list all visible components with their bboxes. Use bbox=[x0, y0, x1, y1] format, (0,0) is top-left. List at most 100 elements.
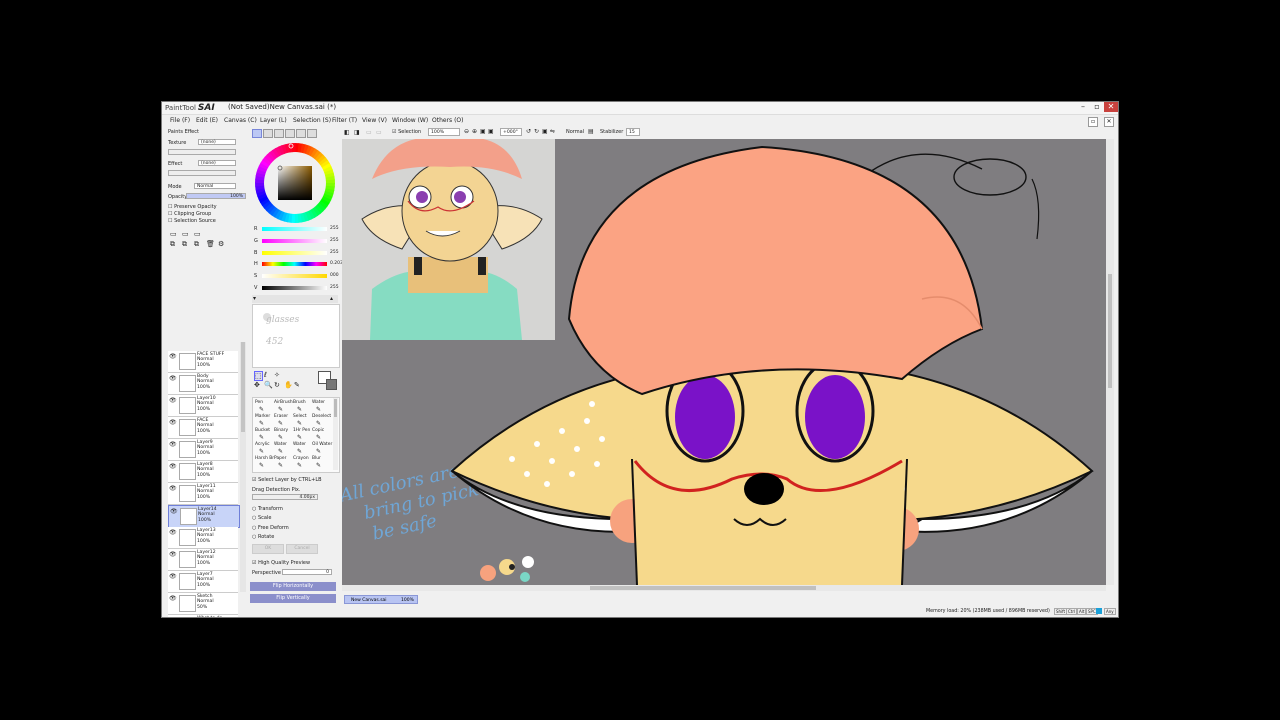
tool-brush-icon[interactable]: ✎ bbox=[259, 462, 264, 469]
v-slider[interactable] bbox=[262, 286, 327, 290]
menu-others[interactable]: Others (O) bbox=[432, 117, 463, 124]
rotate-icon[interactable]: ↻ bbox=[274, 381, 280, 389]
b-value[interactable]: 255 bbox=[330, 250, 339, 255]
cancel-button[interactable]: Cancel bbox=[286, 544, 318, 554]
mdi-restore-icon[interactable]: ▫ bbox=[1088, 117, 1098, 127]
minimize-button[interactable]: – bbox=[1076, 102, 1090, 112]
layer-row[interactable]: 👁 Layer14 Normal 100% bbox=[168, 505, 240, 528]
magic-wand-icon[interactable]: ✧ bbox=[274, 371, 280, 379]
eyedropper-icon[interactable]: ✎ bbox=[294, 381, 300, 389]
h-value[interactable]: 0.203 bbox=[330, 261, 343, 266]
menu-layer[interactable]: Layer (L) bbox=[260, 117, 287, 124]
tool-oil-water[interactable]: Oil Water bbox=[312, 442, 332, 447]
tool-brush-icon[interactable]: ✎ bbox=[259, 448, 264, 455]
zoom-reset-icon[interactable]: ▣ bbox=[480, 128, 486, 135]
canvas-vertical-scrollbar[interactable] bbox=[1106, 139, 1114, 585]
rotate-left-icon[interactable]: ↺ bbox=[526, 128, 531, 135]
flip-view-icon[interactable]: ⇋ bbox=[550, 128, 555, 135]
tool-brush-icon[interactable]: ✎ bbox=[316, 434, 321, 441]
color-wheel[interactable] bbox=[253, 141, 337, 225]
tool-brush-icon[interactable]: ✎ bbox=[278, 448, 283, 455]
scratchpad[interactable]: glasses 452 bbox=[252, 304, 340, 368]
g-slider[interactable] bbox=[262, 239, 327, 243]
menu-filter[interactable]: Filter (T) bbox=[332, 117, 357, 124]
canvas-vscroll-thumb[interactable] bbox=[1108, 274, 1112, 388]
tool-paper[interactable]: Paper bbox=[274, 456, 286, 461]
stabilizer-icon[interactable]: ▤ bbox=[588, 128, 594, 135]
r-slider[interactable] bbox=[262, 227, 327, 231]
layer-visibility-icon[interactable]: 👁 bbox=[170, 508, 178, 515]
selection-checkbox[interactable]: ☑ Selection bbox=[392, 129, 421, 135]
layer-visibility-icon[interactable]: 👁 bbox=[169, 617, 176, 618]
layer-row[interactable]: 👁 FACE STUFF Normal 100% bbox=[168, 351, 238, 373]
layer-visibility-icon[interactable]: 👁 bbox=[169, 551, 177, 558]
tool-water[interactable]: Water bbox=[293, 442, 306, 447]
tool-1hr-pen[interactable]: 1Hr Pen bbox=[293, 428, 310, 433]
tool-brush-icon[interactable]: ✎ bbox=[316, 462, 321, 469]
blend-mode-select[interactable]: Normal bbox=[566, 129, 584, 135]
drag-detect-slider[interactable]: 4.00px bbox=[252, 494, 318, 500]
tool-select[interactable]: Select bbox=[293, 414, 307, 419]
tool-crayon[interactable]: Crayon bbox=[293, 456, 309, 461]
rotate-radio[interactable]: ○ Rotate bbox=[252, 534, 274, 540]
color-wheel-tab[interactable] bbox=[252, 129, 262, 138]
tool-brush-icon[interactable]: ✎ bbox=[297, 434, 302, 441]
menu-view[interactable]: View (V) bbox=[362, 117, 387, 124]
layer-visibility-icon[interactable]: 👁 bbox=[169, 419, 177, 426]
tool-brush-icon[interactable]: ✎ bbox=[316, 420, 321, 427]
layer-visibility-icon[interactable]: 👁 bbox=[169, 463, 177, 470]
transform-radio[interactable]: ○ Transform bbox=[252, 506, 283, 512]
tool-brush-icon[interactable]: ✎ bbox=[278, 462, 283, 469]
layer-row[interactable]: 👁 Layer11 Normal 100% bbox=[168, 483, 238, 505]
mode-select[interactable]: Normal bbox=[194, 183, 236, 189]
lasso-icon[interactable]: ℓ bbox=[264, 371, 267, 379]
zoom-fit-icon[interactable]: ▣ bbox=[488, 128, 494, 135]
toolbar-deselect-icon[interactable]: ▭ bbox=[366, 129, 372, 136]
tool-brush-icon[interactable]: ✎ bbox=[259, 434, 264, 441]
zoom-out-icon[interactable]: ⊖ bbox=[464, 128, 469, 135]
scratchpad-close-icon[interactable]: ▴ bbox=[330, 295, 333, 302]
layer-row[interactable]: 👁 Layer10 Normal 100% bbox=[168, 395, 238, 417]
toolbar-redo-icon[interactable]: ◨ bbox=[354, 129, 360, 136]
layer-visibility-icon[interactable]: 👁 bbox=[169, 485, 177, 492]
new-linework-icon[interactable]: ▭ bbox=[182, 230, 189, 238]
zoom-in-icon[interactable]: ⊕ bbox=[472, 128, 477, 135]
rotate-reset-icon[interactable]: ▣ bbox=[542, 128, 548, 135]
maximize-button[interactable]: ▫ bbox=[1090, 102, 1104, 112]
select-layer-checkbox[interactable]: ☑ Select Layer by CTRL+LB bbox=[252, 477, 322, 483]
preserve-opacity-checkbox[interactable]: ☐ Preserve Opacity bbox=[168, 204, 217, 210]
tool-copic[interactable]: Copic bbox=[312, 428, 324, 433]
canvas-horizontal-scrollbar[interactable] bbox=[342, 585, 1106, 591]
menu-file[interactable]: File (F) bbox=[170, 117, 190, 124]
layer-visibility-icon[interactable]: 👁 bbox=[169, 397, 177, 404]
layer-visibility-icon[interactable]: 👁 bbox=[169, 595, 177, 602]
tool-brush[interactable]: Brush bbox=[293, 400, 306, 405]
tool-water[interactable]: Water bbox=[312, 400, 325, 405]
tool-blur[interactable]: Blur bbox=[312, 456, 321, 461]
s-value[interactable]: 000 bbox=[330, 273, 339, 278]
ok-button[interactable]: OK bbox=[252, 544, 284, 554]
copy-layer-icon[interactable]: ⧉ bbox=[170, 240, 175, 249]
document-tab[interactable]: New Canvas.sai 100% bbox=[344, 595, 418, 604]
layer-scroll-thumb[interactable] bbox=[241, 342, 245, 432]
layer-visibility-icon[interactable]: 👁 bbox=[169, 375, 177, 382]
high-quality-checkbox[interactable]: ☑ High Quality Preview bbox=[252, 560, 310, 566]
flip-vertically-button[interactable]: Flip Vertically bbox=[250, 594, 336, 603]
tool-brush-icon[interactable]: ✎ bbox=[297, 448, 302, 455]
b-slider[interactable] bbox=[262, 251, 327, 255]
tool-brush-icon[interactable]: ✎ bbox=[278, 420, 283, 427]
layer-row[interactable]: 👁 Layer7 Normal 100% bbox=[168, 571, 238, 593]
texture-scale-field[interactable] bbox=[168, 149, 236, 155]
tool-brush-icon[interactable]: ✎ bbox=[259, 420, 264, 427]
new-folder-icon[interactable]: ▭ bbox=[194, 230, 201, 238]
stabilizer-select[interactable]: 15 bbox=[626, 128, 640, 136]
zoom-icon[interactable]: 🔍 bbox=[264, 381, 273, 389]
tool-deselect[interactable]: Deselect bbox=[312, 414, 331, 419]
zoom-select[interactable]: 100% bbox=[428, 128, 460, 136]
s-slider[interactable] bbox=[262, 274, 327, 278]
layer-scrollbar[interactable] bbox=[240, 342, 246, 592]
layer-row[interactable]: 👁 Layer9 Normal 100% bbox=[168, 439, 238, 461]
opacity-slider[interactable]: 100% bbox=[186, 193, 246, 199]
new-layer-icon[interactable]: ▭ bbox=[170, 230, 177, 238]
menu-selection[interactable]: Selection (S) bbox=[293, 117, 331, 124]
